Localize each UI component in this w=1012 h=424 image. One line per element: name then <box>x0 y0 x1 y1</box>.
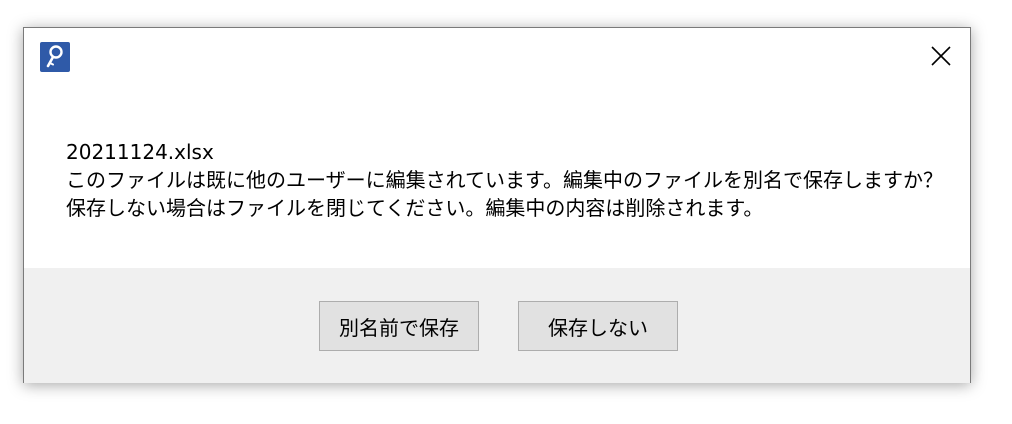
title-bar <box>24 28 970 84</box>
app-key-icon <box>40 42 70 72</box>
file-name: 20211124.xlsx <box>66 140 214 164</box>
dont-save-button[interactable]: 保存しない <box>518 301 678 351</box>
message-area: 20211124.xlsx このファイルは既に他のユーザーに編集されています。編… <box>66 138 950 222</box>
save-conflict-dialog: 20211124.xlsx このファイルは既に他のユーザーに編集されています。編… <box>23 27 971 383</box>
message-line-1: このファイルは既に他のユーザーに編集されています。編集中のファイルを別名で保存し… <box>66 168 943 192</box>
message-line-2: 保存しない場合はファイルを閉じてください。編集中の内容は削除されます。 <box>66 196 764 220</box>
save-as-button[interactable]: 別名前で保存 <box>319 301 479 351</box>
button-bar: 別名前で保存 保存しない <box>24 268 970 383</box>
close-button[interactable] <box>912 28 970 84</box>
close-icon <box>931 46 951 66</box>
